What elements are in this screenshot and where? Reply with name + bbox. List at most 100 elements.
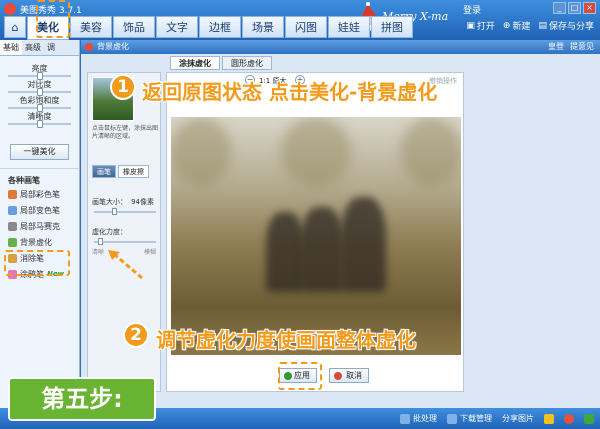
star-icon[interactable] (544, 413, 554, 424)
title-bar: 美图秀秀 3.7.1 Merry X-mas 登录 _ □ × ⌂ 美化 美容 … (0, 0, 600, 40)
local-recolor-brush-icon (8, 205, 17, 215)
batch-label: 批处理 (413, 414, 437, 423)
brush-label: 局部变色笔 (20, 205, 60, 215)
brush-local-color[interactable]: 局部彩色笔 (0, 186, 79, 202)
person-shape (301, 207, 343, 292)
tab-adjust[interactable]: 调 (44, 40, 58, 55)
plus-icon: ⊕ (502, 20, 511, 31)
highlight-background-blur (4, 250, 70, 276)
feedback-link[interactable]: 提意见 (570, 40, 594, 54)
dashed-arrow-icon (108, 250, 143, 280)
step1-instruction: 返回原图状态 点击美化-背景虚化 (142, 80, 438, 104)
tree-shape (281, 117, 351, 187)
left-panel: 基础 高级 调 亮度 对比度 色彩饱和度 清晰度 一键美化 各种画笔 局部彩色笔… (0, 40, 80, 408)
share-label: 分享图片 (502, 414, 534, 423)
brush-size-value: 94像素 (131, 198, 154, 206)
brush-size-track[interactable] (94, 211, 156, 213)
blur-settings-panel: 点击鼠标左键，涂抹出图片清晰的区域。 画笔 橡皮擦 画笔大小： 94像素 虚化力… (87, 72, 161, 392)
tab-doll[interactable]: 娃娃 (328, 16, 370, 38)
blur-strength-label: 虚化力度： (92, 228, 127, 236)
tool-mode-tabs: 画笔 橡皮擦 (92, 165, 149, 178)
blur-mode-tabs: 涂抹虚化 圆形虚化 (170, 56, 274, 70)
download-icon (447, 413, 457, 424)
contrast-slider[interactable]: 对比度 (0, 80, 79, 96)
one-key-beautify-button[interactable]: 一键美化 (10, 144, 69, 160)
brush-local-recolor[interactable]: 局部变色笔 (0, 202, 79, 218)
brush-size-label: 画笔大小： (92, 198, 127, 206)
open-label: 打开 (476, 22, 495, 32)
slider-knob[interactable] (37, 72, 43, 80)
mosaic-brush-icon (8, 221, 17, 231)
tree-shape (171, 117, 231, 187)
download-manager-button[interactable]: 下载管理 (447, 413, 492, 424)
step2-number: 2 (123, 322, 149, 348)
window-controls: _ □ × (553, 2, 596, 14)
login-link[interactable]: 登录 (463, 3, 481, 16)
local-color-brush-icon (8, 189, 17, 199)
step2-instruction: 调节虚化力度使画面整体虚化 (156, 328, 416, 352)
step-banner: 第五步: (8, 377, 156, 421)
brush-local-mosaic[interactable]: 局部马赛克 (0, 218, 79, 234)
tab-circle-blur[interactable]: 圆形虚化 (222, 56, 272, 70)
brush-section-title: 各种画笔 (0, 168, 79, 186)
blur-strength-knob[interactable] (98, 238, 103, 245)
save-share-button[interactable]: ▤ 保存与分享 (538, 19, 594, 33)
brightness-slider[interactable]: 亮度 (0, 64, 79, 80)
tree-shape (401, 117, 461, 187)
save-icon: ▤ (538, 20, 547, 31)
share-image-button[interactable]: 分享图片 (502, 413, 534, 424)
tab-scene[interactable]: 场景 (242, 16, 284, 38)
cancel-label: 取消 (346, 371, 362, 380)
dialog-title: 背景虚化 (97, 42, 129, 51)
tab-beauty[interactable]: 美容 (70, 16, 112, 38)
tab-basic[interactable]: 基础 (0, 40, 22, 55)
tab-smear-blur[interactable]: 涂抹虚化 (170, 56, 220, 70)
eraser-mode-tab[interactable]: 橡皮擦 (118, 165, 149, 178)
brush-label: 局部彩色笔 (20, 189, 60, 199)
hint-text: 点击鼠标左键，涂抹出图片清晰的区域。 (92, 125, 159, 140)
tab-border[interactable]: 边框 (199, 16, 241, 38)
person-shape (341, 197, 386, 292)
open-button[interactable]: ▣ 打开 (466, 19, 495, 33)
top-tools: ▣ 打开 ⊕ 新建 ▤ 保存与分享 (466, 19, 594, 33)
blur-strength-track[interactable] (94, 241, 156, 243)
brush-mode-tab[interactable]: 画笔 (92, 165, 116, 178)
tab-accessories[interactable]: 饰品 (113, 16, 155, 38)
slider-knob[interactable] (37, 120, 43, 128)
download-label: 下载管理 (460, 414, 492, 423)
tab-flash[interactable]: 闪图 (285, 16, 327, 38)
tab-text[interactable]: 文字 (156, 16, 198, 38)
home-tab-icon[interactable]: ⌂ (4, 16, 26, 38)
photo-canvas[interactable] (171, 117, 461, 355)
new-label: 新建 (512, 22, 531, 32)
tab-advanced[interactable]: 高级 (22, 40, 44, 55)
batch-icon (400, 413, 410, 424)
cancel-button[interactable]: 取消 (329, 368, 369, 383)
save-label: 保存与分享 (548, 22, 594, 32)
weibo-icon[interactable] (564, 413, 574, 424)
left-panel-tabs: 基础 高级 调 (0, 40, 79, 56)
add-icon[interactable] (584, 413, 594, 424)
dialog-login-link[interactable]: 皇登 (548, 40, 564, 54)
brush-label: 背景虚化 (20, 237, 52, 247)
folder-icon: ▣ (466, 20, 475, 31)
highlight-beautify-tab (36, 0, 70, 38)
tab-collage[interactable]: 拼图 (371, 16, 413, 38)
cancel-icon (334, 372, 342, 380)
maximize-icon[interactable]: □ (568, 2, 581, 14)
slider-knob[interactable] (37, 104, 43, 112)
dialog-header: 背景虚化 皇登 提意见 (81, 40, 600, 54)
new-button[interactable]: ⊕ 新建 (502, 19, 531, 33)
dialog-icon (85, 43, 93, 51)
slider-knob[interactable] (37, 88, 43, 96)
sharpness-slider[interactable]: 清晰度 (0, 112, 79, 128)
background-blur-icon (8, 237, 17, 247)
brush-size-knob[interactable] (112, 208, 117, 215)
close-icon[interactable]: × (583, 2, 596, 14)
saturation-slider[interactable]: 色彩饱和度 (0, 96, 79, 112)
minimize-icon[interactable]: _ (553, 2, 566, 14)
app-logo-icon (4, 3, 16, 15)
brush-background-blur[interactable]: 背景虚化 (0, 234, 79, 250)
brush-label: 局部马赛克 (20, 221, 60, 231)
batch-button[interactable]: 批处理 (400, 413, 437, 424)
